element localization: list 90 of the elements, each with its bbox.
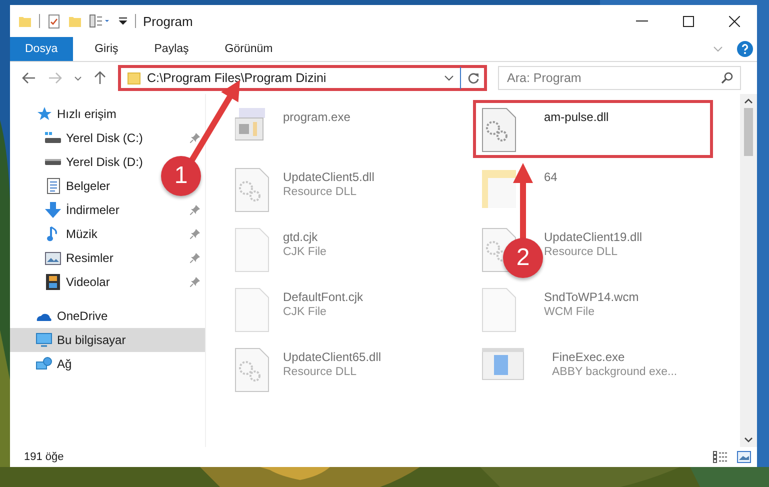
address-bar[interactable]: C:\Program Files\Program Dizini xyxy=(118,65,487,91)
download-arrow-icon xyxy=(45,202,61,218)
gear-file-icon[interactable] xyxy=(482,108,516,152)
maximize-icon xyxy=(682,16,694,26)
file-name[interactable]: 64 xyxy=(544,170,558,184)
nav-label: Yerel Disk (D:) xyxy=(66,155,143,169)
nav-item[interactable]: Bu bilgisayar xyxy=(10,328,205,352)
network-icon xyxy=(36,357,52,371)
scroll-up-icon[interactable] xyxy=(744,98,753,104)
checklist-icon[interactable] xyxy=(47,14,61,28)
file-name[interactable]: SndToWP14.wcm xyxy=(544,290,639,304)
file-name[interactable]: program.exe xyxy=(283,110,350,124)
pin-icon[interactable] xyxy=(190,253,200,263)
file-name[interactable]: am-pulse.dll xyxy=(544,110,609,124)
window-app-icon[interactable] xyxy=(482,348,524,380)
search-field[interactable]: Ara: Program xyxy=(498,66,741,90)
nav-label: Yerel Disk (C:) xyxy=(66,131,143,145)
address-path: C:\Program Files\Program Dizini xyxy=(147,71,328,85)
folder-icon xyxy=(127,71,141,85)
image-icon xyxy=(45,252,61,264)
file-type: Resource DLL xyxy=(283,366,358,378)
file-type: ABBY background exe... xyxy=(552,366,678,378)
nav-item[interactable]: Resimler xyxy=(44,246,120,270)
nav-label: Ağ xyxy=(57,357,72,371)
help-icon[interactable] xyxy=(737,41,753,57)
scrollbar-thumb[interactable] xyxy=(744,108,753,156)
drive-icon xyxy=(45,158,61,166)
thumbnail-view-icon[interactable] xyxy=(737,451,751,463)
film-icon xyxy=(46,274,60,290)
file-name[interactable]: UpdateClient65.dll xyxy=(283,350,382,364)
nav-item[interactable]: Belgeler xyxy=(44,174,116,198)
pin-icon[interactable] xyxy=(190,277,200,287)
customize-icon[interactable] xyxy=(118,16,128,26)
document-icon xyxy=(46,178,60,194)
file-type: WCM File xyxy=(544,306,596,318)
forward-arrow-icon[interactable] xyxy=(48,72,62,84)
folder-icon[interactable] xyxy=(68,14,82,28)
nav-item[interactable]: Yerel Disk (C:) xyxy=(44,126,149,150)
details-view-icon[interactable] xyxy=(713,451,729,463)
ribbon-tab[interactable]: Paylaş xyxy=(140,37,203,61)
nav-item[interactable]: Ağ xyxy=(10,352,205,376)
nav-label: Bu bilgisayar xyxy=(57,333,126,347)
file-name[interactable]: UpdateClient19.dll xyxy=(544,230,642,244)
nav-label: Hızlı erişim xyxy=(57,107,116,121)
minimize-icon xyxy=(636,20,648,22)
refresh-icon[interactable] xyxy=(467,72,480,84)
file-item[interactable]: am-pulse.dll xyxy=(473,100,713,158)
pin-icon[interactable] xyxy=(190,133,200,143)
chevron-down-icon[interactable] xyxy=(444,75,454,81)
nav-item[interactable]: OneDrive xyxy=(10,304,205,328)
scroll-down-icon[interactable] xyxy=(744,437,753,443)
file-name[interactable]: FineExec.exe xyxy=(552,350,678,364)
nav-item[interactable]: Hızlı erişim xyxy=(10,102,205,126)
nav-label: Resimler xyxy=(66,251,114,265)
pin-icon[interactable] xyxy=(190,205,200,215)
nav-label: Videolar xyxy=(66,275,110,289)
properties-icon[interactable] xyxy=(89,14,111,28)
nav-label: Belgeler xyxy=(66,179,110,193)
file-type: CJK File xyxy=(283,306,328,318)
music-note-icon xyxy=(47,226,59,242)
drive-icon xyxy=(45,132,61,144)
window-title: Program xyxy=(143,14,193,28)
back-arrow-icon[interactable] xyxy=(22,72,36,84)
cloud-icon xyxy=(36,311,52,321)
ribbon-tab[interactable]: Görünüm xyxy=(210,37,287,61)
nav-label: OneDrive xyxy=(57,309,108,323)
file-name[interactable]: UpdateClient5.dll xyxy=(283,170,374,184)
nav-item[interactable]: İndirmeler xyxy=(44,198,126,222)
nav-label: İndirmeler xyxy=(66,203,120,217)
scrollbar[interactable] xyxy=(740,94,757,447)
file-type: Resource DLL xyxy=(283,186,358,198)
file-type: Resource DLL xyxy=(544,246,619,258)
pin-icon[interactable] xyxy=(190,229,200,239)
nav-item[interactable]: Yerel Disk (D:) xyxy=(44,150,149,174)
file-type: CJK File xyxy=(283,246,326,258)
nav-item[interactable]: Müzik xyxy=(44,222,104,246)
up-arrow-icon[interactable] xyxy=(94,71,106,85)
nav-item[interactable]: Videolar xyxy=(44,270,116,294)
star-icon xyxy=(36,107,52,121)
ribbon-tab[interactable]: Giriş xyxy=(80,37,132,61)
folder-icon[interactable] xyxy=(18,14,32,28)
search-icon xyxy=(721,72,733,84)
close-icon xyxy=(728,16,740,26)
monitor-icon xyxy=(36,333,52,347)
item-count: 191 öğe xyxy=(24,451,64,463)
chevron-down-icon[interactable] xyxy=(74,76,82,80)
file-name[interactable]: gtd.cjk xyxy=(283,230,326,244)
file-name[interactable]: DefaultFont.cjk xyxy=(283,290,364,304)
ribbon-tab[interactable]: Dosya xyxy=(10,37,73,61)
nav-label: Müzik xyxy=(66,227,98,241)
